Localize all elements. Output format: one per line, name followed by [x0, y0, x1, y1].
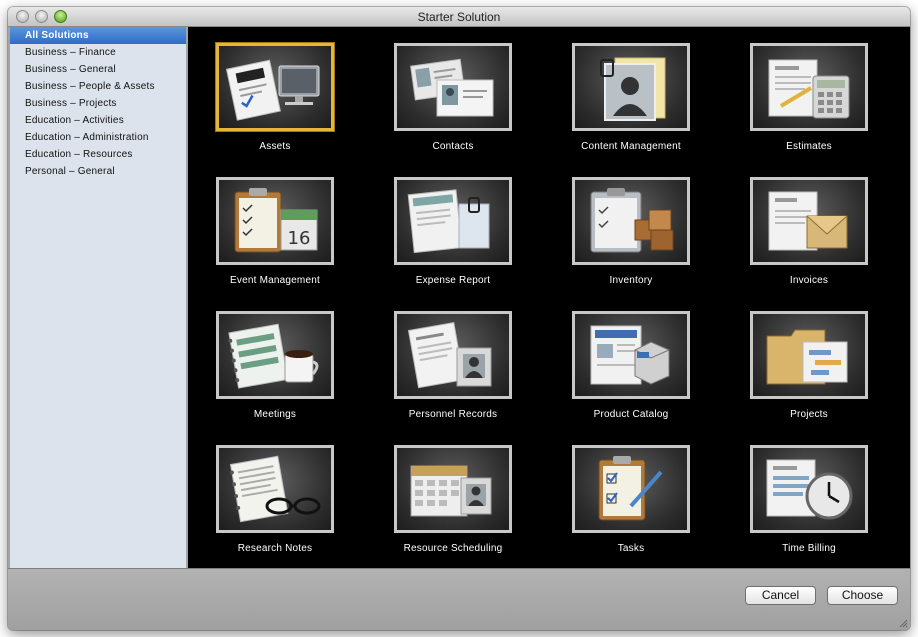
sidebar-item-education-activities[interactable]: Education – Activities: [10, 112, 186, 129]
solution-label: Product Catalog: [593, 409, 669, 420]
window-title: Starter Solution: [417, 10, 501, 24]
title-bar: Starter Solution: [8, 7, 910, 27]
resize-grip-icon[interactable]: [898, 618, 908, 628]
choose-button[interactable]: Choose: [827, 586, 898, 605]
solution-tile-research-notes[interactable]: Research Notes: [210, 439, 340, 569]
solution-label: Estimates: [786, 141, 832, 152]
resume-badge-icon: [394, 311, 512, 399]
solution-label: Invoices: [789, 275, 829, 286]
sidebar-item-education-resources[interactable]: Education – Resources: [10, 146, 186, 163]
solution-label: Content Management: [581, 141, 681, 152]
calendar-badge-icon: [394, 445, 512, 533]
solution-tile-tasks[interactable]: Tasks: [566, 439, 696, 569]
solution-label: Meetings: [253, 409, 297, 420]
folder-chart-icon: [750, 311, 868, 399]
catalog-box-icon: [572, 311, 690, 399]
dialog-footer: Cancel Choose: [8, 568, 910, 630]
sidebar-item-personal-general[interactable]: Personal – General: [10, 163, 186, 180]
solution-label: Resource Scheduling: [403, 543, 503, 554]
solution-label: Event Management: [230, 275, 320, 286]
solution-tile-event-management[interactable]: 16 Event Management: [210, 171, 340, 301]
sidebar-item-business-general[interactable]: Business – General: [10, 61, 186, 78]
solution-label: Time Billing: [782, 543, 836, 554]
contact-cards-icon: [394, 43, 512, 131]
solution-label: Assets: [259, 141, 291, 152]
sidebar-item-all-solutions[interactable]: All Solutions: [10, 27, 186, 44]
solution-tile-content-management[interactable]: Content Management: [566, 37, 696, 167]
solution-label: Tasks: [617, 543, 645, 554]
notes-glasses-icon: [216, 445, 334, 533]
solution-label: Projects: [790, 409, 828, 420]
solutions-grid: Assets Contacts Content Management Estim…: [188, 27, 910, 568]
svg-text:16: 16: [288, 228, 311, 249]
notebook-coffee-icon: [216, 311, 334, 399]
solution-label: Contacts: [432, 141, 474, 152]
solution-tile-projects[interactable]: Projects: [744, 305, 874, 435]
clipboard-boxes-icon: [572, 177, 690, 265]
solution-label: Personnel Records: [408, 409, 498, 420]
solution-tile-inventory[interactable]: Inventory: [566, 171, 696, 301]
solution-tile-invoices[interactable]: Invoices: [744, 171, 874, 301]
cancel-button[interactable]: Cancel: [745, 586, 816, 605]
solution-tile-product-catalog[interactable]: Product Catalog: [566, 305, 696, 435]
clipboard-checklist-pen-icon: [572, 445, 690, 533]
solution-label: Inventory: [609, 275, 653, 286]
solution-label: Expense Report: [415, 275, 491, 286]
solution-tile-contacts[interactable]: Contacts: [388, 37, 518, 167]
solution-tile-expense-report[interactable]: Expense Report: [388, 171, 518, 301]
solution-tile-resource-scheduling[interactable]: Resource Scheduling: [388, 439, 518, 569]
starter-solution-window: Starter Solution All Solutions Business …: [8, 7, 910, 630]
timesheet-clock-icon: [750, 445, 868, 533]
sidebar-item-business-projects[interactable]: Business – Projects: [10, 95, 186, 112]
solution-tile-time-billing[interactable]: Time Billing: [744, 439, 874, 569]
receipt-papers-icon: [394, 177, 512, 265]
solution-label: Research Notes: [237, 543, 313, 554]
solution-tile-meetings[interactable]: Meetings: [210, 305, 340, 435]
solution-tile-assets[interactable]: Assets: [210, 37, 340, 167]
invoice-envelope-icon: [750, 177, 868, 265]
solution-tile-personnel-records[interactable]: Personnel Records: [388, 305, 518, 435]
clipboard-calendar-icon: 16: [216, 177, 334, 265]
asset-tag-monitor-icon: [216, 43, 334, 131]
sidebar-item-education-administration[interactable]: Education – Administration: [10, 129, 186, 146]
solution-tile-estimates[interactable]: Estimates: [744, 37, 874, 167]
sidebar-item-business-people-assets[interactable]: Business – People & Assets: [10, 78, 186, 95]
sidebar-item-business-finance[interactable]: Business – Finance: [10, 44, 186, 61]
clipped-photo-document-icon: [572, 43, 690, 131]
category-sidebar: All Solutions Business – Finance Busines…: [10, 27, 187, 568]
document-calculator-icon: [750, 43, 868, 131]
